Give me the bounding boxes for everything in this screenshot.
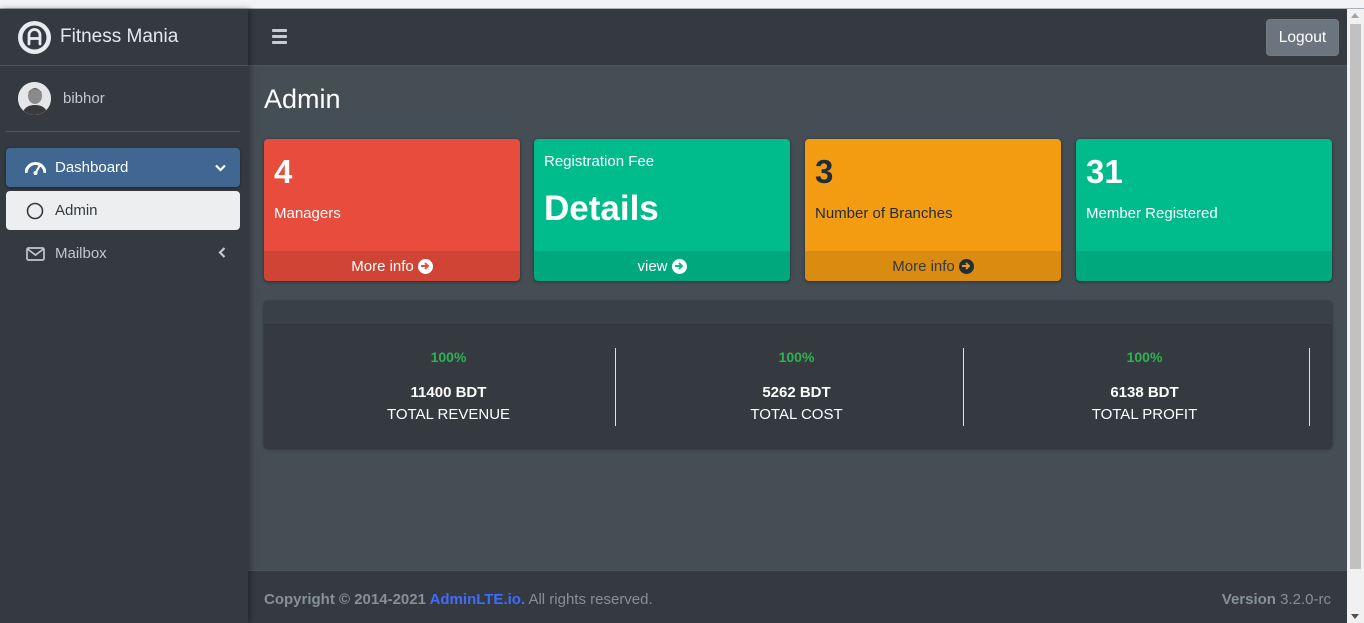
version-label: Version: [1221, 591, 1276, 608]
stat-caption: TOTAL PROFIT: [1091, 406, 1198, 423]
stat-amount: 5262 BDT: [762, 384, 831, 401]
brand-logo-icon: [18, 20, 51, 54]
box-heading: Details: [544, 189, 659, 228]
stat-amount: 6138 BDT: [1110, 384, 1179, 401]
small-box-branches: 3 Number of Branches More info: [805, 139, 1061, 281]
adminlte-link[interactable]: AdminLTE.io.: [430, 591, 526, 608]
divider: [615, 348, 616, 426]
box-footer: [1076, 251, 1332, 281]
stat-cost: 100% 5262 BDT TOTAL COST: [623, 348, 970, 426]
rights-text: All rights reserved.: [525, 591, 653, 608]
scroll-up-icon[interactable]: [1351, 13, 1359, 18]
small-box-registration-fee: Registration Fee Details view: [534, 139, 790, 281]
box-number: 31: [1086, 153, 1123, 190]
stat-percent: 100%: [1126, 349, 1163, 365]
divider: [963, 348, 964, 426]
avatar: [18, 82, 51, 115]
browser-top-strip: [0, 0, 1364, 9]
arrow-circle-right-icon: [417, 258, 433, 274]
logout-button[interactable]: Logout: [1266, 19, 1339, 56]
sidebar-item-mailbox[interactable]: Mailbox: [6, 234, 240, 273]
more-info-label: More info: [351, 257, 414, 275]
menu-toggle-icon[interactable]: [272, 29, 287, 44]
box-number: 4: [274, 153, 293, 190]
main-content: Admin 4 Managers More info Registration …: [248, 66, 1347, 570]
sidebar-item-label: Admin: [55, 202, 98, 219]
stat-caption: TOTAL COST: [750, 406, 843, 423]
sidebar-item-label: Dashboard: [55, 159, 129, 176]
sidebar: Fitness Mania bibhor Dashboard Admin Mai…: [0, 9, 248, 623]
page-footer: Copyright © 2014-2021 AdminLTE.io. All r…: [248, 570, 1347, 623]
brand-name: Fitness Mania: [60, 26, 179, 47]
copyright: Copyright © 2014-2021 AdminLTE.io. All r…: [264, 591, 653, 608]
sidebar-nav: Dashboard Admin Mailbox: [0, 132, 248, 273]
divider: [1309, 348, 1310, 426]
brand-link[interactable]: Fitness Mania: [0, 9, 248, 66]
box-number: 3: [815, 153, 834, 190]
box-label: Member Registered: [1086, 205, 1218, 222]
page-title: Admin: [264, 84, 341, 114]
card-header: [264, 301, 1332, 325]
version-number: 3.2.0-rc: [1275, 591, 1331, 608]
arrow-circle-right-icon: [671, 258, 687, 274]
small-box-members: 31 Member Registered: [1076, 139, 1332, 281]
view-link[interactable]: view: [534, 251, 790, 281]
scrollbar-thumb[interactable]: [1350, 24, 1361, 569]
more-info-link[interactable]: More info: [264, 251, 520, 281]
stat-revenue: 100% 11400 BDT TOTAL REVENUE: [275, 348, 622, 426]
copyright-text: Copyright © 2014-2021: [264, 591, 430, 608]
sidebar-item-dashboard[interactable]: Dashboard: [6, 148, 240, 187]
stat-percent: 100%: [778, 349, 815, 365]
scroll-down-icon[interactable]: [1351, 614, 1359, 619]
small-box-managers: 4 Managers More info: [264, 139, 520, 281]
sidebar-item-label: Mailbox: [55, 245, 107, 262]
more-info-link[interactable]: More info: [805, 251, 1061, 281]
box-label: Number of Branches: [815, 205, 953, 222]
stat-caption: TOTAL REVENUE: [386, 406, 511, 423]
sidebar-item-admin[interactable]: Admin: [6, 191, 240, 230]
user-name: bibhor: [63, 90, 105, 107]
box-label: Managers: [274, 205, 341, 222]
circle-icon: [24, 201, 46, 221]
envelope-icon: [24, 244, 46, 264]
box-label: Registration Fee: [544, 153, 655, 170]
top-navbar: Logout: [248, 9, 1347, 66]
stat-profit: 100% 6138 BDT TOTAL PROFIT: [971, 348, 1318, 426]
finance-summary-card: 100% 11400 BDT TOTAL REVENUE 100% 5262 B…: [264, 301, 1332, 448]
view-label: view: [637, 257, 668, 275]
tachometer-icon: [24, 158, 46, 178]
arrow-circle-right-icon: [958, 258, 974, 274]
chevron-left-icon: [218, 245, 226, 262]
user-panel[interactable]: bibhor: [6, 66, 240, 132]
version-info: Version 3.2.0-rc: [1222, 591, 1331, 608]
stat-percent: 100%: [430, 349, 467, 365]
more-info-label: More info: [892, 257, 955, 275]
page-scrollbar[interactable]: [1347, 9, 1364, 623]
chevron-down-icon: [215, 159, 226, 176]
stat-amount: 11400 BDT: [410, 384, 487, 401]
